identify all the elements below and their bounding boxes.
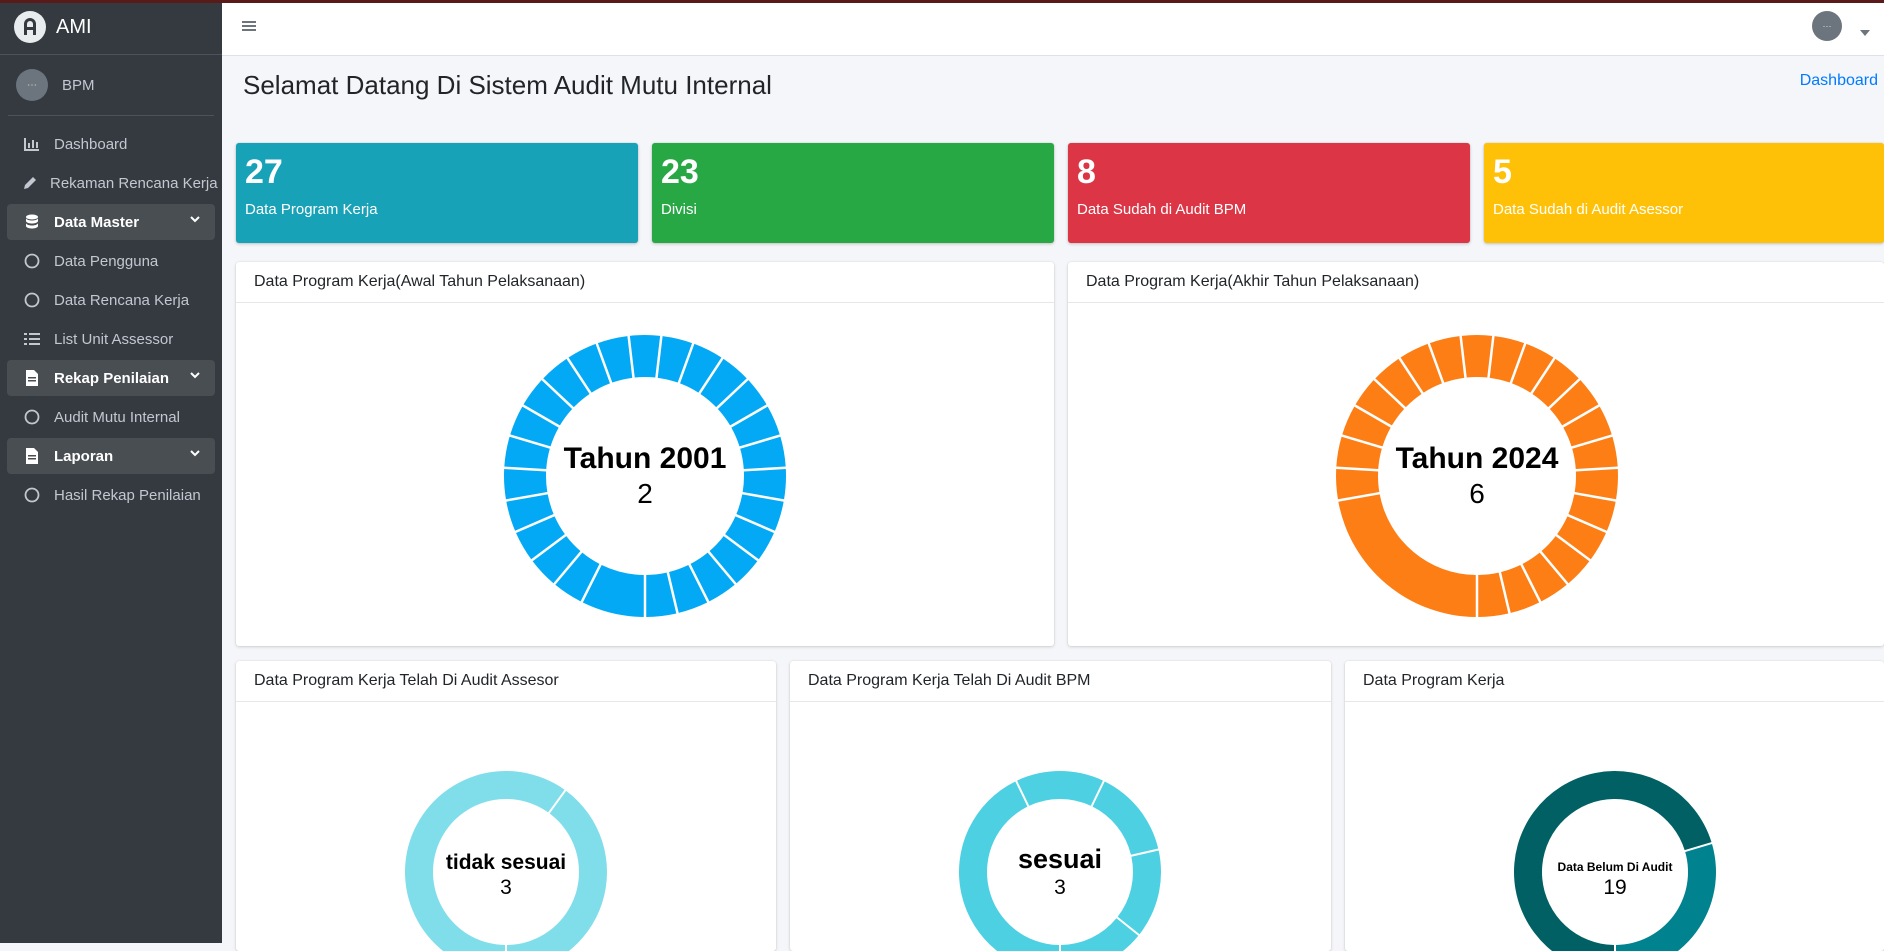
chart-center-value: 19 [1603, 876, 1626, 899]
sidebar-nav: Dashboard Rekaman Rencana Kerja Data Mas… [0, 116, 222, 513]
chevron-down-icon [189, 446, 201, 463]
stat-value: 5 [1493, 153, 1512, 191]
donut-segment[interactable] [1461, 335, 1493, 378]
chart-center-value: 3 [1054, 876, 1066, 899]
top-accent-line [0, 0, 1884, 3]
circle-icon [22, 251, 42, 271]
circle-icon [22, 290, 42, 310]
card-title: Data Program Kerja(Akhir Tahun Pelaksana… [1068, 262, 1884, 303]
stat-box-audit-bpm[interactable]: 8 Data Sudah di Audit BPM [1068, 143, 1470, 243]
circle-icon [22, 485, 42, 505]
chart-center-value: 3 [500, 876, 512, 899]
sidebar-item-label: Data Rencana Kerja [54, 291, 190, 309]
donut-segment[interactable] [629, 335, 661, 378]
sidebar-item-data-master[interactable]: Data Master [7, 204, 215, 240]
sidebar-item-label: Audit Mutu Internal [54, 408, 180, 426]
chevron-down-icon [189, 212, 201, 229]
donut-segment[interactable] [1574, 469, 1618, 500]
donut-segment[interactable] [1338, 494, 1476, 617]
brand[interactable]: AMI [0, 0, 222, 55]
stat-value: 27 [245, 153, 283, 191]
sidebar-item-label: Dashboard [54, 135, 128, 153]
sidebar-item-data-rencana-kerja[interactable]: Data Rencana Kerja [7, 282, 215, 318]
user-avatar-button[interactable]: ⋯ [1812, 11, 1842, 41]
donut-segment[interactable] [1017, 771, 1103, 806]
stat-label: Data Sudah di Audit BPM [1077, 201, 1247, 218]
sidebar-item-laporan[interactable]: Laporan [7, 438, 215, 474]
stat-label: Data Sudah di Audit Asessor [1493, 201, 1684, 218]
sidebar: AMI ⋯ BPM Dashboard Rekaman Rencana Kerj… [0, 0, 222, 943]
sidebar-item-label: Hasil Rekap Penilaian [54, 486, 201, 504]
card-audit-bpm: Data Program Kerja Telah Di Audit BPM se… [790, 661, 1331, 951]
card-title: Data Program Kerja [1345, 661, 1884, 702]
donut-chart-assesor: tidak sesuai 3 [405, 771, 607, 951]
file-icon [22, 446, 42, 466]
brand-logo-icon [14, 11, 46, 43]
pencil-icon [22, 173, 38, 193]
chart-center-label: Tahun 2024 [1396, 442, 1559, 475]
chart-center-label: sesuai [1018, 844, 1102, 874]
sidebar-item-label: Rekap Penilaian [54, 369, 170, 387]
stat-box-divisi[interactable]: 23 Divisi [652, 143, 1054, 243]
stat-value: 8 [1077, 153, 1096, 191]
chart-center-label: Tahun 2001 [564, 442, 727, 475]
sidebar-item-list-unit-assessor[interactable]: List Unit Assessor [7, 321, 215, 357]
avatar: ⋯ [16, 69, 48, 101]
chart-center-value: 2 [637, 478, 653, 509]
brand-text: AMI [56, 15, 92, 38]
donut-segment[interactable] [742, 469, 787, 500]
chevron-down-icon [189, 368, 201, 385]
sidebar-item-label: Rekaman Rencana Kerja [50, 174, 218, 192]
donut-segment[interactable] [1092, 781, 1159, 855]
donut-chart-akhir: Tahun 2024 6 [1336, 335, 1618, 617]
sidebar-item-dashboard[interactable]: Dashboard [7, 126, 215, 162]
card-akhir-tahun: Data Program Kerja(Akhir Tahun Pelaksana… [1068, 262, 1884, 646]
sidebar-item-label: List Unit Assessor [54, 330, 174, 348]
chart-center-value: 6 [1469, 478, 1485, 509]
stat-box-program-kerja[interactable]: 27 Data Program Kerja [236, 143, 638, 243]
card-title: Data Program Kerja(Awal Tahun Pelaksanaa… [236, 262, 1054, 303]
user-name: BPM [62, 76, 95, 94]
sidebar-item-rekap-penilaian[interactable]: Rekap Penilaian [7, 360, 215, 396]
donut-chart-program: Data Belum Di Audit 19 [1514, 771, 1716, 951]
card-data-program-kerja: Data Program Kerja Data Belum Di Audit 1… [1345, 661, 1884, 951]
stat-value: 23 [661, 153, 699, 191]
sidebar-item-audit-mutu-internal[interactable]: Audit Mutu Internal [7, 399, 215, 435]
sidebar-item-hasil-rekap-penilaian[interactable]: Hasil Rekap Penilaian [7, 477, 215, 513]
donut-segment[interactable] [1336, 469, 1380, 500]
sidebar-item-label: Data Master [54, 213, 140, 231]
sidebar-item-label: Laporan [54, 447, 114, 465]
sidebar-item-rekaman-rencana-kerja[interactable]: Rekaman Rencana Kerja [7, 165, 218, 201]
page-title: Selamat Datang Di Sistem Audit Mutu Inte… [243, 70, 772, 100]
chart-center-label: tidak sesuai [446, 851, 566, 874]
breadcrumb-dashboard[interactable]: Dashboard [1800, 72, 1878, 90]
circle-icon [22, 407, 42, 427]
card-awal-tahun: Data Program Kerja(Awal Tahun Pelaksanaa… [236, 262, 1054, 646]
menu-toggle-icon[interactable] [242, 19, 258, 38]
donut-segment[interactable] [1117, 850, 1161, 935]
caret-down-icon[interactable] [1860, 23, 1870, 41]
donut-chart-awal: Tahun 2001 2 [503, 335, 787, 617]
stat-box-audit-asessor[interactable]: 5 Data Sudah di Audit Asessor [1484, 143, 1884, 243]
database-icon [22, 212, 42, 232]
sidebar-item-data-pengguna[interactable]: Data Pengguna [7, 243, 215, 279]
donut-segment[interactable] [503, 469, 548, 500]
top-navbar: ⋯ [222, 3, 1884, 56]
donut-chart-bpm: sesuai 3 [959, 771, 1161, 951]
chart-bar-icon [22, 134, 42, 154]
list-icon [22, 329, 42, 349]
card-title: Data Program Kerja Telah Di Audit BPM [790, 661, 1331, 702]
user-panel[interactable]: ⋯ BPM [8, 55, 214, 116]
stat-label: Data Program Kerja [245, 201, 378, 218]
card-title: Data Program Kerja Telah Di Audit Asseso… [236, 661, 776, 702]
sidebar-item-label: Data Pengguna [54, 252, 159, 270]
file-icon [22, 368, 42, 388]
chart-center-label: Data Belum Di Audit [1558, 860, 1673, 874]
stat-label: Divisi [661, 201, 697, 218]
card-audit-assesor: Data Program Kerja Telah Di Audit Asseso… [236, 661, 776, 951]
